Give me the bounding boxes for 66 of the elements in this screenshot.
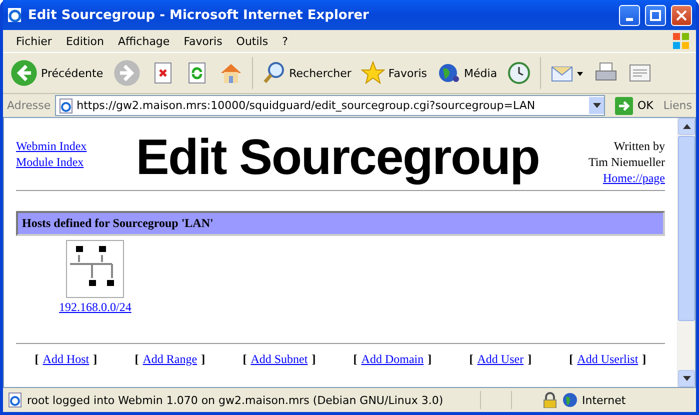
page-icon [7,392,23,408]
home-icon [219,61,244,85]
bracket-text: [ [242,352,247,367]
add-link[interactable]: Add Range [142,352,198,367]
add-link[interactable]: Add Domain [361,352,424,367]
menu-item[interactable]: Edition [58,34,112,48]
bracket-text: ] [93,352,98,367]
search-icon [262,61,286,85]
status-text: root logged into Webmin 1.070 on gw2.maison.mrs (Debian GNU/Linux 3.0) [27,394,444,406]
bracket-text: ] [528,352,532,367]
add-link[interactable]: Add Userlist [577,352,638,367]
bracket-text: ] [642,352,646,367]
address-field[interactable]: https://gw2.maison.mrs:10000/squidguard/edit_sourcegroup.cgi?sourcegroup=LAN [54,95,606,116]
bracket-text: [ [134,352,139,367]
toolbar-button[interactable]: Rechercher [259,59,354,87]
add-link[interactable]: Add User [477,352,524,367]
dropdown-button[interactable] [589,97,604,114]
bracket-text: ] [201,352,206,367]
maximize-icon [650,10,661,20]
add-link[interactable]: Add Host [42,352,90,367]
menu-item[interactable]: Affichage [111,34,177,48]
zone-text: Internet [582,394,627,406]
minimize-icon [626,18,633,20]
windows-flag-icon [670,31,692,51]
history-icon [507,61,532,85]
bracket-text: [ [34,352,39,367]
section-header: Hosts defined for Sourcegroup 'LAN' [16,211,665,236]
bracket-text: [ [569,352,574,367]
host-link[interactable]: 192.168.0.0/24 [59,300,132,315]
menu-item[interactable]: ? [275,34,295,48]
up-arrow-icon [682,124,690,129]
menu-item[interactable]: Favoris [176,34,230,48]
nav-link[interactable]: Module Index [16,154,84,170]
page-heading: Edit Sourcegroup [136,128,540,186]
page-icon [58,98,74,114]
toolbar-button[interactable]: Média [434,59,500,87]
close-button[interactable] [671,4,692,26]
down-arrow-icon [682,376,690,381]
menu-item[interactable]: Fichier [9,34,59,48]
caret-icon [592,103,601,108]
minimize-button[interactable] [619,4,640,26]
address-label: Adresse [7,99,51,112]
network-icon[interactable] [66,240,124,298]
homepage-link[interactable]: Home://page [603,170,665,186]
nav-link[interactable]: Webmin Index [16,138,87,154]
globe-icon [437,61,462,85]
menu-item[interactable]: Outils [229,34,276,48]
maximize-button[interactable] [645,4,666,26]
bracket-text: [ [469,352,474,367]
window-title: Edit Sourcegroup - Microsoft Internet Explorer [28,8,370,22]
links-label[interactable]: Liens [663,99,692,112]
bracket-text: ] [312,352,316,367]
ie-logo-icon [7,7,23,23]
toolbar-button[interactable]: Précédente [7,57,106,89]
bracket-text: ] [428,352,432,367]
scrollbar[interactable] [677,118,695,387]
go-button[interactable]: OK [609,96,660,114]
add-link[interactable]: Add Subnet [250,352,308,367]
author-text: Written by [614,138,665,154]
star-icon [361,61,386,85]
bracket-text: [ [353,352,358,367]
lock-icon [542,392,558,408]
toolbar-button[interactable]: Favoris [358,59,430,87]
globe-icon [562,392,578,408]
author-text: Tim Niemueller [588,154,665,170]
close-icon [676,10,687,20]
